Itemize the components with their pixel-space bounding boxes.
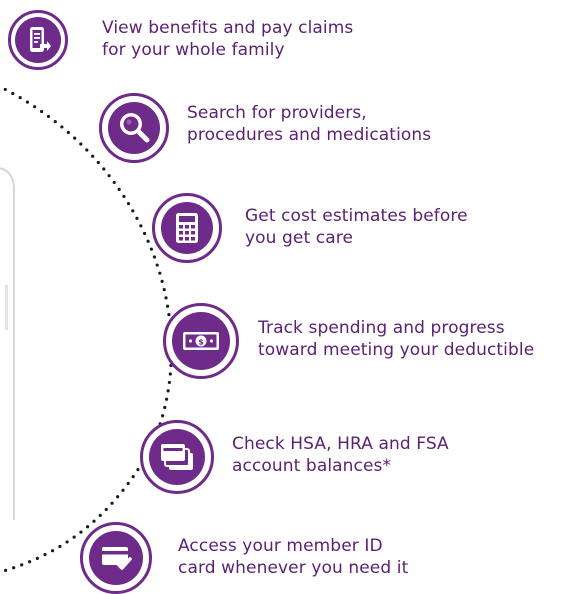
feature-badge — [99, 93, 169, 163]
feature-label: Access your member ID card whenever you … — [178, 536, 409, 578]
feature-label: Search for providers, procedures and med… — [187, 103, 432, 145]
feature-badge — [152, 193, 222, 263]
feature-badge — [8, 10, 68, 70]
feature-label: Track spending and progress toward meeti… — [258, 318, 535, 360]
feature-label: View benefits and pay claims for your wh… — [102, 18, 354, 60]
phone-outline — [0, 167, 15, 520]
svg-text:$: $ — [198, 338, 204, 347]
feature-label: Check HSA, HRA and FSA account balances* — [232, 434, 449, 476]
dollar-bill-icon: $ — [183, 332, 219, 350]
feature-badge — [80, 522, 152, 594]
feature-badge: $ — [163, 303, 239, 379]
feature-badge — [140, 420, 214, 494]
phone-side-button — [5, 285, 8, 330]
id-card-check-icon — [102, 547, 132, 570]
stacked-cards-icon — [161, 444, 193, 470]
mobile-document-icon — [30, 27, 51, 52]
magnifier-icon — [120, 113, 150, 143]
decorative-background — [0, 85, 173, 574]
calculator-icon — [176, 213, 198, 243]
feature-label: Get cost estimates before you get care — [245, 206, 468, 248]
